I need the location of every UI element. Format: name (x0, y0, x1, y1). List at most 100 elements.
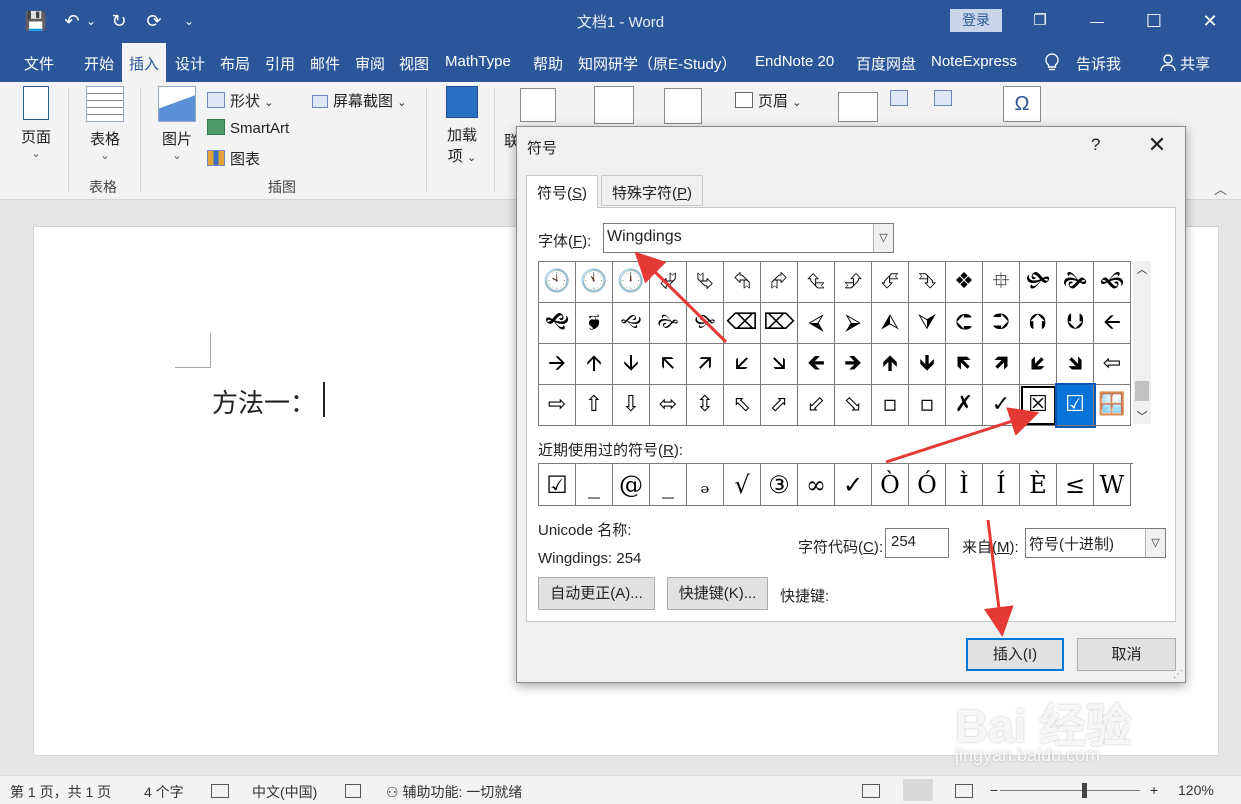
tab-noteexpress[interactable]: NoteExpress (931, 53, 1017, 70)
symbol-grid-scrollbar[interactable]: ︿ ﹀ (1133, 261, 1151, 424)
symbol-cell[interactable]: ⬄ (650, 385, 687, 426)
language[interactable]: 中文(中国) (252, 782, 317, 802)
symbol-cell[interactable]: ⮛ (909, 303, 946, 344)
tab-view[interactable]: 视图 (399, 53, 429, 74)
shortcut-key-button[interactable]: 快捷键(K)... (667, 577, 768, 610)
symbol-cell[interactable]: ▫ (909, 385, 946, 426)
symbol-cell[interactable]: 🡮 (761, 344, 798, 385)
recent-symbol-cell[interactable]: È (1020, 464, 1057, 506)
symbol-cell[interactable]: ⇳ (687, 385, 724, 426)
symbol-cell[interactable]: 🡹 (872, 344, 909, 385)
textbox-icon[interactable] (838, 92, 878, 122)
login-button[interactable]: 登录 (950, 9, 1002, 32)
symbol-cell[interactable]: 🡼 (946, 344, 983, 385)
symbol-cell[interactable]: ⌦ (761, 303, 798, 344)
accessibility-status[interactable]: ⚇ 辅助功能: 一切就绪 (386, 782, 522, 802)
scroll-down-icon[interactable]: ﹀ (1133, 408, 1151, 424)
help-icon[interactable]: ? (1091, 135, 1100, 155)
symbol-cell[interactable]: ⬂ (835, 385, 872, 426)
zoom-level[interactable]: 120% (1178, 782, 1214, 798)
symbol-cell[interactable]: ☑ (1055, 383, 1096, 428)
symbol-cell[interactable]: 🙚 (650, 303, 687, 344)
symbol-cell[interactable]: 🕙 (539, 262, 576, 303)
symbol-cell[interactable]: 🙛 (687, 303, 724, 344)
header-button[interactable]: 页眉 ⌄ (735, 90, 801, 111)
word-count[interactable]: 4 个字 (144, 782, 184, 802)
symbol-cell[interactable]: ▫ (872, 385, 909, 426)
recent-symbol-cell[interactable]: _ (650, 464, 687, 506)
symbol-cell[interactable]: 🕛 (613, 262, 650, 303)
symbol-cell[interactable]: 🙝 (539, 303, 576, 344)
symbol-cell[interactable]: 🙟 (1020, 262, 1057, 303)
online-video-icon[interactable] (520, 88, 556, 122)
symbol-cell[interactable]: 🙞 (1057, 262, 1094, 303)
symbol-cell[interactable]: ⇦ (1094, 344, 1131, 385)
symbol-cell[interactable]: ⮳ (761, 262, 798, 303)
table-button[interactable]: 表格 ⌄ (84, 86, 126, 162)
chevron-down-icon[interactable]: ▽ (873, 224, 893, 252)
signature-line-icon[interactable] (934, 90, 952, 106)
symbol-cell[interactable]: ⮉ (1020, 303, 1057, 344)
smartart-button[interactable]: SmartArt (207, 119, 289, 137)
recent-symbol-cell[interactable]: ✓ (835, 464, 872, 506)
symbol-cell[interactable]: 🙜 (1094, 262, 1131, 303)
tab-mathtype[interactable]: MathType (445, 53, 511, 70)
symbol-cell[interactable]: 🡸 (798, 344, 835, 385)
symbol-cell[interactable]: 🡨 (1094, 303, 1131, 344)
chevron-down-icon[interactable]: ▽ (1145, 529, 1165, 557)
scrollbar-thumb[interactable] (1135, 381, 1149, 401)
symbol-cell[interactable]: ⮘ (798, 303, 835, 344)
tab-special-characters[interactable]: 特殊字符(P) (601, 175, 704, 206)
symbol-cell[interactable]: 🡾 (1057, 344, 1094, 385)
tab-design[interactable]: 设计 (175, 53, 205, 74)
minimize-icon[interactable]: — (1082, 6, 1112, 36)
symbol-cell[interactable]: 🡻 (909, 344, 946, 385)
symbol-cell[interactable]: 🡭 (687, 344, 724, 385)
web-layout-icon[interactable] (955, 784, 973, 798)
shapes-button[interactable]: 形状 ⌄ (207, 90, 273, 111)
tab-file[interactable]: 文件 (24, 53, 54, 74)
symbol-cell[interactable]: ⮲ (724, 262, 761, 303)
recent-symbol-cell[interactable]: ₔ (687, 464, 724, 506)
tab-baidu-netdisk[interactable]: 百度网盘 (856, 53, 916, 74)
symbol-cell[interactable]: 🡯 (724, 344, 761, 385)
close-icon[interactable]: ✕ (1145, 132, 1169, 158)
link-icon[interactable] (594, 86, 634, 124)
symbol-cell[interactable]: ⮱ (687, 262, 724, 303)
recent-symbol-cell[interactable]: ☑ (539, 464, 576, 506)
tab-symbols[interactable]: 符号(S) (526, 175, 599, 208)
macro-icon[interactable] (345, 784, 361, 798)
symbol-cell[interactable]: ⮷ (909, 262, 946, 303)
recent-symbol-cell[interactable]: ∞ (798, 464, 835, 506)
read-mode-icon[interactable] (862, 784, 880, 798)
symbol-cell[interactable]: 🡺 (835, 344, 872, 385)
addins-button[interactable]: 加载 项 ⌄ (442, 86, 482, 166)
symbol-cell[interactable]: ⬃ (798, 385, 835, 426)
symbol-cell[interactable]: ⇨ (539, 385, 576, 426)
symbol-cell[interactable]: 🙘 (576, 303, 613, 344)
tab-home[interactable]: 开始 (84, 53, 114, 74)
symbol-cell[interactable]: ⯐ (983, 262, 1020, 303)
symbol-cell[interactable]: ✓ (983, 385, 1020, 426)
ribbon-display-icon[interactable]: ❐ (1025, 6, 1055, 36)
symbol-cell[interactable]: ✗ (946, 385, 983, 426)
symbol-cell[interactable]: ⮵ (835, 262, 872, 303)
close-window-icon[interactable]: ✕ (1195, 6, 1225, 36)
symbol-cell[interactable]: ⮊ (983, 303, 1020, 344)
page-count[interactable]: 第 1 页，共 1 页 (10, 782, 111, 802)
zoom-out-button[interactable]: − (990, 782, 998, 798)
scroll-up-icon[interactable]: ︿ (1133, 261, 1151, 277)
tab-references[interactable]: 引用 (265, 53, 295, 74)
tab-layout[interactable]: 布局 (220, 53, 250, 74)
symbol-cell[interactable]: ❖ (946, 262, 983, 303)
recent-symbol-cell[interactable]: Ò (872, 464, 909, 506)
lightbulb-icon[interactable] (1044, 53, 1060, 77)
zoom-slider-thumb[interactable] (1082, 783, 1087, 798)
symbol-cell[interactable]: 🡿 (1020, 344, 1057, 385)
recent-symbol-cell[interactable]: ≤ (1057, 464, 1094, 506)
chart-button[interactable]: 图表 (207, 148, 260, 169)
resize-grip-icon[interactable]: ⋰ (1173, 669, 1183, 680)
page-button[interactable]: 页面 ⌄ (16, 86, 56, 160)
tab-endnote[interactable]: EndNote 20 (755, 53, 834, 70)
proofing-icon[interactable] (211, 784, 229, 798)
